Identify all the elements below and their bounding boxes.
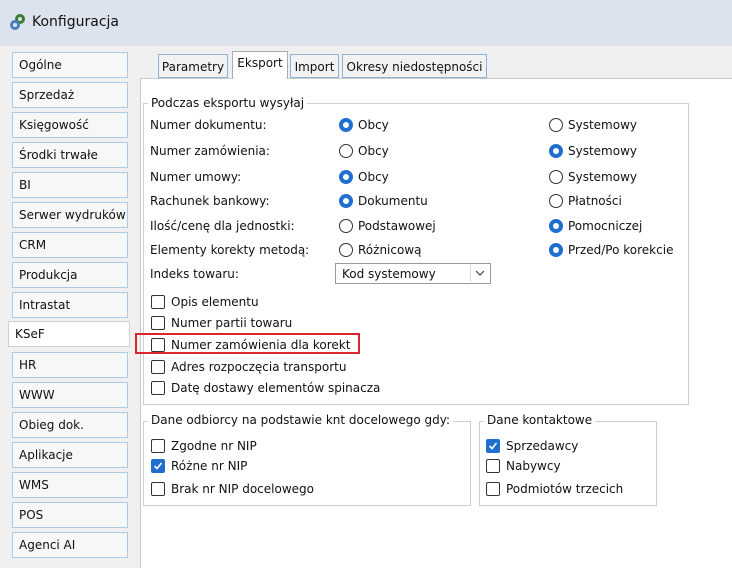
window-title: Konfiguracja bbox=[32, 14, 120, 30]
brak-nip-label: Brak nr NIP docelowego bbox=[171, 482, 314, 496]
numer-zamowienia-obcy-radio[interactable] bbox=[339, 144, 353, 158]
sprzedawcy-checkbox[interactable] bbox=[486, 439, 500, 453]
tab-okresy-niedostepnosci[interactable]: Okresy niedostępności bbox=[342, 54, 487, 78]
opis-elementu-label: Opis elementu bbox=[171, 295, 259, 309]
adres-transportu-checkbox[interactable] bbox=[151, 360, 165, 374]
zgodne-nip-label: Zgodne nr NIP bbox=[171, 439, 257, 453]
indeks-towaru-value: Kod systemowy bbox=[342, 267, 436, 281]
sidebar-item-obieg-dok[interactable]: Obieg dok. bbox=[12, 412, 128, 438]
sidebar-item-ogolne[interactable]: Ogólne bbox=[12, 52, 128, 78]
numer-zamowienia-label: Numer zamówienia: bbox=[150, 144, 270, 158]
rachunek-bankowy-dokumentu-label: Dokumentu bbox=[358, 194, 428, 208]
rozne-nip-label: Różne nr NIP bbox=[171, 459, 248, 473]
sidebar-item-www[interactable]: WWW bbox=[12, 382, 128, 408]
numer-zamowienia-systemowy-label: Systemowy bbox=[568, 144, 638, 158]
ilosc-cene-podstawowej-radio[interactable] bbox=[339, 219, 353, 233]
contact-group-legend: Dane kontaktowe bbox=[484, 413, 596, 427]
sidebar-item-ksiegowosc[interactable]: Księgowość bbox=[12, 112, 128, 138]
ilosc-cene-label: Ilość/cenę dla jednostki: bbox=[150, 219, 295, 233]
sidebar-item-agenci-ai[interactable]: Agenci AI bbox=[12, 532, 128, 558]
zgodne-nip-checkbox[interactable] bbox=[151, 439, 165, 453]
elementy-korekty-przed-po-radio[interactable] bbox=[549, 243, 563, 257]
numer-dokumentu-systemowy-radio[interactable] bbox=[549, 118, 563, 132]
highlight-box bbox=[135, 333, 360, 354]
indeks-towaru-select[interactable]: Kod systemowy bbox=[335, 263, 491, 284]
sidebar: Ogólne Sprzedaż Księgowość Środki trwałe… bbox=[0, 46, 134, 567]
recipient-group-legend: Dane odbiorcy na podstawie knt doceloweg… bbox=[148, 413, 454, 427]
podmiotow-trzecich-checkbox[interactable] bbox=[486, 482, 500, 496]
indeks-towaru-label: Indeks towaru: bbox=[150, 267, 239, 281]
checkmark-icon bbox=[488, 442, 498, 450]
rachunek-bankowy-label: Rachunek bankowy: bbox=[150, 194, 270, 208]
ilosc-cene-podstawowej-label: Podstawowej bbox=[358, 219, 436, 233]
export-group-legend: Podczas eksportu wysyłaj bbox=[148, 96, 308, 110]
numer-umowy-obcy-radio[interactable] bbox=[339, 170, 353, 184]
sidebar-item-ksef[interactable]: KSeF bbox=[8, 321, 130, 347]
sidebar-item-wms[interactable]: WMS bbox=[12, 472, 128, 498]
numer-zamowienia-systemowy-radio[interactable] bbox=[549, 144, 563, 158]
rachunek-bankowy-platnosci-radio[interactable] bbox=[549, 194, 563, 208]
numer-umowy-label: Numer umowy: bbox=[150, 170, 242, 184]
checkmark-icon bbox=[153, 462, 163, 470]
data-dostawy-label: Datę dostawy elementów spinacza bbox=[171, 381, 381, 395]
numer-umowy-systemowy-label: Systemowy bbox=[568, 170, 638, 184]
sprzedawcy-label: Sprzedawcy bbox=[506, 439, 579, 453]
opis-elementu-checkbox[interactable] bbox=[151, 295, 165, 309]
chevron-down-icon[interactable] bbox=[470, 265, 489, 282]
sidebar-item-produkcja[interactable]: Produkcja bbox=[12, 262, 128, 288]
data-dostawy-checkbox[interactable] bbox=[151, 381, 165, 395]
numer-umowy-obcy-label: Obcy bbox=[358, 170, 389, 184]
elementy-korekty-roznicowa-label: Różnicową bbox=[358, 243, 422, 257]
rachunek-bankowy-dokumentu-radio[interactable] bbox=[339, 194, 353, 208]
sidebar-item-serwer-wydrukow[interactable]: Serwer wydruków bbox=[12, 202, 128, 228]
numer-zamowienia-obcy-label: Obcy bbox=[358, 144, 389, 158]
sidebar-item-bi[interactable]: BI bbox=[12, 172, 128, 198]
adres-transportu-label: Adres rozpoczęcia transportu bbox=[171, 360, 347, 374]
tab-import[interactable]: Import bbox=[290, 54, 339, 78]
tab-parametry[interactable]: Parametry bbox=[158, 54, 228, 78]
brak-nip-checkbox[interactable] bbox=[151, 482, 165, 496]
podmiotow-trzecich-label: Podmiotów trzecich bbox=[506, 482, 624, 496]
sidebar-item-crm[interactable]: CRM bbox=[12, 232, 128, 258]
numer-dokumentu-obcy-label: Obcy bbox=[358, 118, 389, 132]
numer-dokumentu-obcy-radio[interactable] bbox=[339, 118, 353, 132]
gears-icon bbox=[10, 14, 25, 30]
sidebar-item-hr[interactable]: HR bbox=[12, 352, 128, 378]
nabywcy-checkbox[interactable] bbox=[486, 459, 500, 473]
title-bar: Konfiguracja bbox=[0, 0, 732, 46]
numer-dokumentu-systemowy-label: Systemowy bbox=[568, 118, 638, 132]
sidebar-item-pos[interactable]: POS bbox=[12, 502, 128, 528]
tab-eksport[interactable]: Eksport bbox=[232, 51, 288, 79]
sidebar-item-sprzedaz[interactable]: Sprzedaż bbox=[12, 82, 128, 108]
rozne-nip-checkbox[interactable] bbox=[151, 459, 165, 473]
ilosc-cene-pomocniczej-label: Pomocniczej bbox=[568, 219, 643, 233]
numer-dokumentu-label: Numer dokumentu: bbox=[150, 118, 267, 132]
elementy-korekty-label: Elementy korekty metodą: bbox=[150, 243, 310, 257]
sidebar-item-srodki-trwale[interactable]: Środki trwałe bbox=[12, 142, 128, 168]
numer-umowy-systemowy-radio[interactable] bbox=[549, 170, 563, 184]
elementy-korekty-roznicowa-radio[interactable] bbox=[339, 243, 353, 257]
elementy-korekty-przed-po-label: Przed/Po korekcie bbox=[568, 243, 674, 257]
sidebar-item-intrastat[interactable]: Intrastat bbox=[12, 292, 128, 318]
nabywcy-label: Nabywcy bbox=[506, 459, 561, 473]
numer-partii-checkbox[interactable] bbox=[151, 316, 165, 330]
numer-partii-label: Numer partii towaru bbox=[171, 316, 293, 330]
sidebar-item-aplikacje[interactable]: Aplikacje bbox=[12, 442, 128, 468]
ilosc-cene-pomocniczej-radio[interactable] bbox=[549, 219, 563, 233]
rachunek-bankowy-platnosci-label: Płatności bbox=[568, 194, 622, 208]
